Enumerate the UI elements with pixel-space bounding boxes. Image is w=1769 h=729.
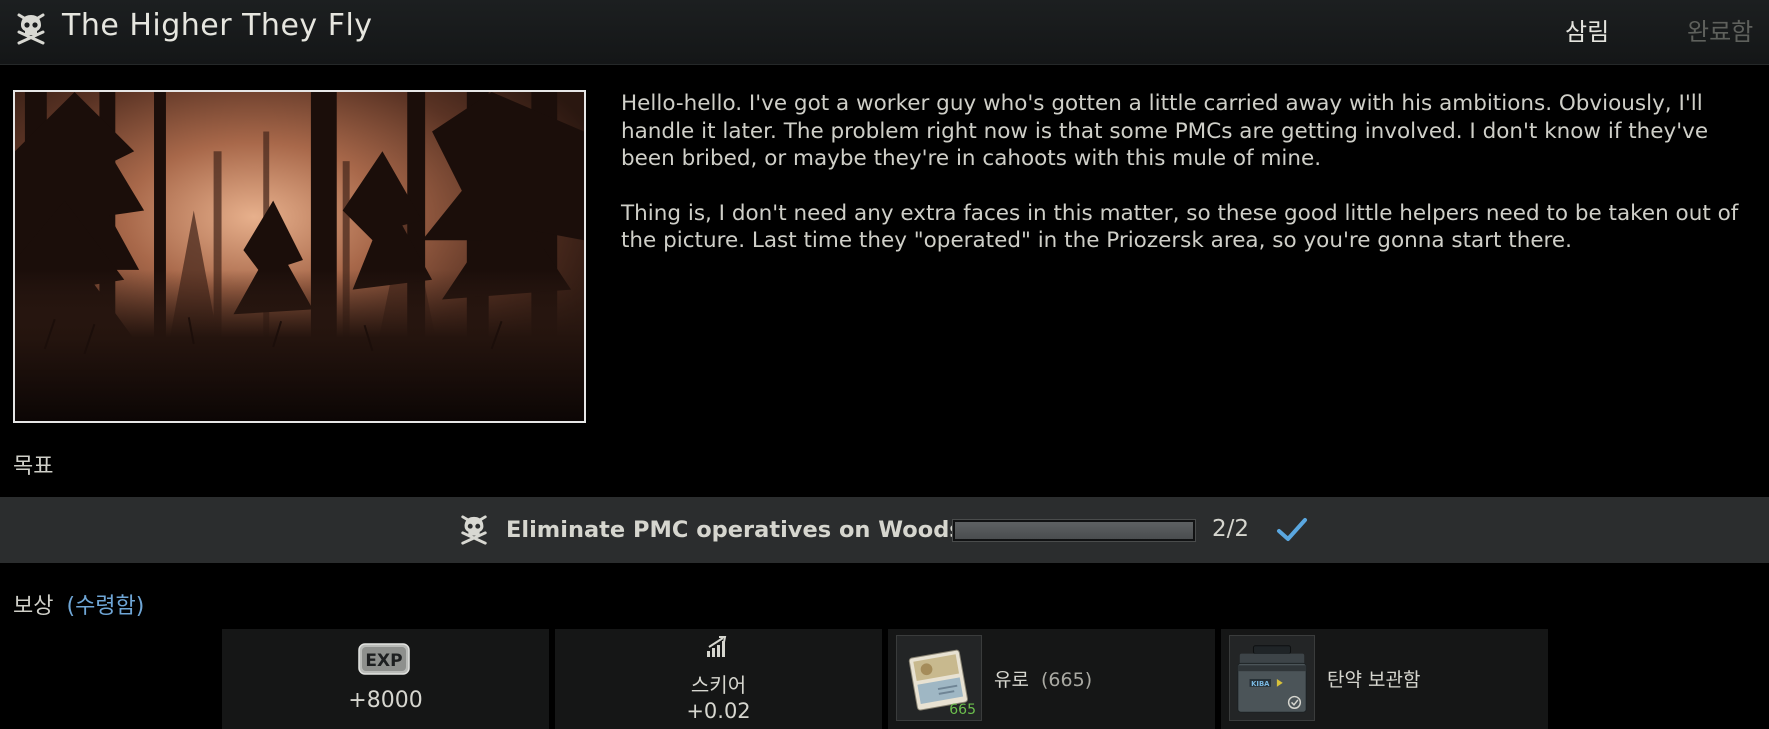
reward-ammo-case[interactable]: KIBA 탄약 보관함 [1221, 629, 1548, 729]
checkmark-icon [1277, 518, 1307, 541]
svg-text:EXP: EXP [365, 651, 402, 671]
description-paragraph: Thing is, I don't need any extra faces i… [621, 200, 1739, 254]
ammo-case-icon: KIBA [1237, 645, 1307, 713]
skull-crossbones-icon [17, 13, 45, 45]
quest-header: The Higher They Fly 삼림 완료함 [0, 0, 1769, 65]
rewards-received-status: (수령함) [66, 594, 145, 619]
reward-trader-name: 스키어 [690, 673, 747, 697]
rewards-label: 보상 [13, 594, 54, 619]
objectives-heading: 목표 [13, 454, 54, 479]
reward-standing-value: +0.02 [686, 699, 751, 723]
objective-count: 2/2 [1212, 516, 1250, 542]
objective-row: Eliminate PMC operatives on Woods 2/2 [0, 497, 1769, 563]
ammo-case-label: 탄약 보관함 [1327, 669, 1421, 691]
reward-trader-standing[interactable]: 스키어 +0.02 [555, 629, 882, 729]
exp-badge-icon: EXP [358, 643, 410, 675]
svg-text:KIBA: KIBA [1251, 680, 1270, 688]
rewards-heading: 보상 (수령함) [13, 588, 144, 620]
euro-item-name: 유로 [994, 669, 1029, 691]
objective-progress-fill [955, 522, 1193, 539]
signal-bars-icon [707, 636, 727, 657]
forest-scene-image [15, 92, 584, 421]
reward-exp-value: +8000 [348, 688, 423, 713]
quest-location: 삼림 [1565, 18, 1610, 46]
skull-crossbones-icon [461, 515, 487, 545]
euro-item-amount: (665) [1041, 669, 1093, 691]
euro-item-label: 유로 (665) [994, 665, 1092, 692]
euro-stack-count: 665 [949, 702, 976, 718]
quest-title: The Higher They Fly [62, 8, 373, 43]
reward-euros[interactable]: 665 유로 (665) [888, 629, 1215, 729]
quest-image [13, 90, 586, 423]
ammo-case-item-tile[interactable]: KIBA [1229, 635, 1315, 721]
objective-progress-bar [952, 519, 1196, 542]
quest-description: Hello-hello. I've got a worker guy who's… [621, 90, 1751, 282]
quest-status: 완료함 [1687, 18, 1754, 46]
objective-text: Eliminate PMC operatives on Woods [506, 517, 963, 543]
rewards-list: EXP +8000 스키어 +0.02 665 유로 (665) KIBA 탄약… [0, 629, 1769, 729]
euro-item-tile[interactable]: 665 [896, 635, 982, 721]
reward-exp[interactable]: EXP +8000 [222, 629, 549, 729]
description-paragraph: Hello-hello. I've got a worker guy who's… [621, 91, 1709, 171]
